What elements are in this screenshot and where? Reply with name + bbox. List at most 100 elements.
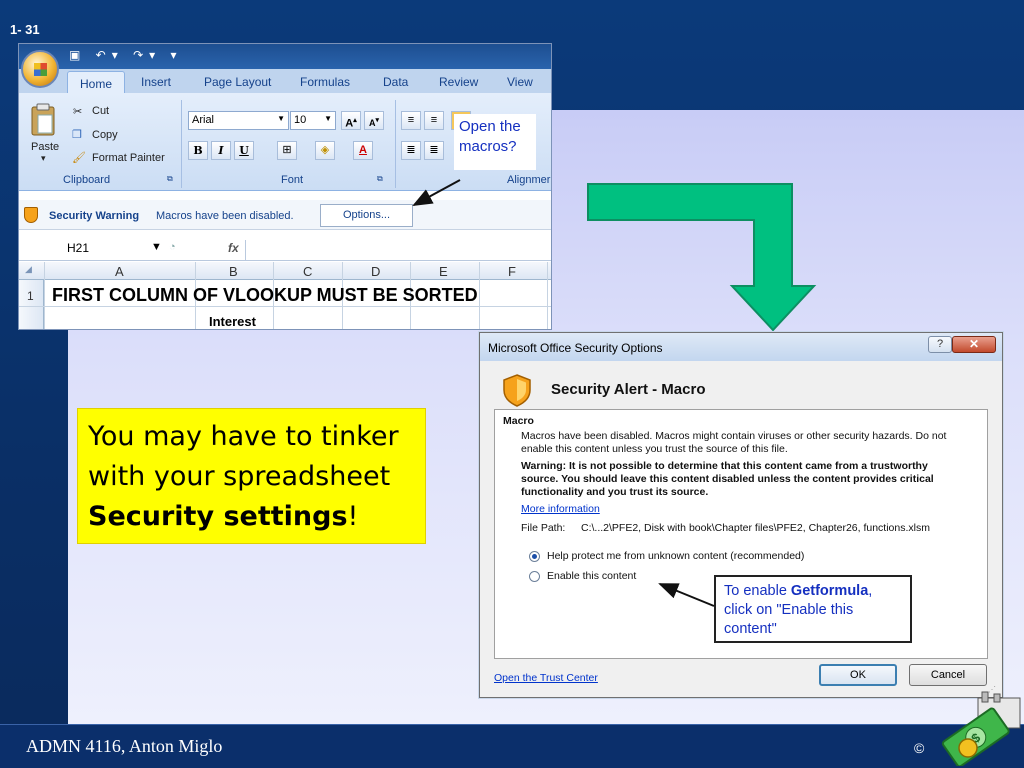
name-box[interactable]: H21 [67,241,89,255]
copy-icon[interactable]: ❐ [72,128,82,141]
tab-review[interactable]: Review [439,75,478,89]
ok-button[interactable]: OK [819,664,897,686]
security-warning-message: Macros have been disabled. [156,210,294,222]
quick-access-icons[interactable]: ▣ ↶▾ ↷▾ ▾ [69,48,183,62]
shrink-font-icon[interactable]: A▾ [364,111,384,130]
column-header-b[interactable]: B [229,264,238,279]
shield-icon [503,374,531,407]
dialog-title: Microsoft Office Security Options [488,341,663,355]
format-painter-icon[interactable]: 🖌 [72,151,86,164]
font-name-select[interactable]: Arial ▼ [188,111,289,130]
align-left-icon[interactable]: ≣ [401,141,421,160]
grid-line [479,262,480,329]
copy-button[interactable]: Copy [92,129,118,141]
column-header-e[interactable]: E [439,264,448,279]
expand-icon[interactable]: ◔ [169,241,176,253]
cancel-button[interactable]: Cancel [909,664,987,686]
file-path-label: File Path: [521,522,566,534]
font-color-icon[interactable]: A [353,141,373,160]
enable-radio[interactable] [529,571,540,582]
getformula-callout: To enable Getformula, click on "Enable t… [714,575,912,643]
function-icon[interactable]: fx [228,241,239,255]
clipboard-group-label: Clipboard [63,174,111,186]
clipboard-launcher-icon[interactable]: ⧉ [167,174,173,184]
help-icon[interactable]: ? [928,336,952,353]
font-group-label: Font [281,174,304,186]
note-suffix: ! [347,501,359,532]
callout-bold: Getformula [790,583,869,599]
borders-icon[interactable]: ⊞ [277,141,297,160]
cut-icon[interactable]: ✂ [73,105,82,118]
underline-icon[interactable]: U [234,141,254,160]
grid-line [44,262,45,329]
security-options-dialog: Microsoft Office Security Options ? ✕ Se… [479,332,1003,698]
grow-font-icon[interactable]: A▴ [341,111,361,130]
font-name-value: Arial [192,114,215,126]
ribbon-separator [395,100,396,188]
tab-insert[interactable]: Insert [141,75,171,89]
options-button[interactable]: Options... [320,204,413,227]
paste-button[interactable]: Paste [31,141,59,153]
tab-view[interactable]: View [507,75,533,89]
excel-screenshot: ▣ ↶▾ ↷▾ ▾ Insert Page Layout Formulas Da… [18,43,552,330]
quick-access-toolbar: ▣ ↶▾ ↷▾ ▾ [19,44,551,69]
column-header-a[interactable]: A [115,264,124,279]
close-icon[interactable]: ✕ [952,336,996,353]
row-headers [19,280,44,329]
office-button[interactable] [21,50,59,88]
cell-b2[interactable]: Interest [209,314,256,329]
grid-line [547,262,548,329]
dialog-title-bar[interactable]: Microsoft Office Security Options ? ✕ [480,333,1002,361]
font-size-value: 10 [294,114,307,126]
file-path-value: C:\...2\PFE2, Disk with book\Chapter fil… [581,522,930,534]
align-middle-icon[interactable]: ≡ [424,111,444,130]
protect-radio[interactable] [529,551,540,562]
chevron-down-icon[interactable]: ▼ [151,241,162,253]
column-header-f[interactable]: F [508,264,516,279]
cut-button[interactable]: Cut [92,105,109,117]
select-all-icon[interactable]: ◢ [25,264,32,275]
format-painter-button[interactable]: Format Painter [92,152,165,164]
fill-color-icon[interactable]: ◈ [315,141,335,160]
align-top-icon[interactable]: ≡ [401,111,421,130]
more-information-link[interactable]: More information [521,503,600,515]
tab-page-layout[interactable]: Page Layout [204,75,271,89]
paste-dropdown-icon[interactable]: ▾ [41,153,46,164]
trust-center-link[interactable]: Open the Trust Center [494,672,598,684]
macro-warning: Warning: It is not possible to determine… [521,460,934,498]
column-header-c[interactable]: C [303,264,312,279]
note-line-1: You may have to tinker [88,421,399,452]
tab-data[interactable]: Data [383,75,408,89]
macro-section-label: Macro [503,415,534,427]
callout-prefix: To enable [724,583,791,599]
enable-option-label[interactable]: Enable this content [547,570,636,583]
open-macros-callout: Open the macros? [454,114,536,170]
tab-home[interactable]: Home [67,71,125,95]
shield-icon [24,207,38,223]
align-center-icon[interactable]: ≣ [424,141,444,160]
bold-icon[interactable]: B [188,141,208,160]
note-line-2: with your spreadsheet [88,461,391,492]
formula-bar [19,239,551,261]
note-line-3: Security settings! [88,497,415,537]
slide-number: 1- 31 [10,22,40,37]
protect-option-label[interactable]: Help protect me from unknown content (re… [547,550,804,563]
font-size-select[interactable]: 10 ▼ [290,111,336,130]
footer-text: ADMN 4116, Anton Miglo [26,736,223,756]
italic-icon[interactable]: I [211,141,231,160]
font-launcher-icon[interactable]: ⧉ [377,174,383,184]
chevron-down-icon: ▼ [324,114,332,123]
note-bold: Security settings [88,501,348,532]
formula-divider [245,240,246,260]
cell-a1[interactable]: FIRST COLUMN OF VLOOKUP MUST BE SORTED [52,285,478,306]
row-header-1[interactable]: 1 [27,289,34,303]
money-logo-icon: $ [941,691,1021,766]
paste-icon[interactable] [30,103,56,137]
chevron-down-icon: ▼ [277,114,285,123]
column-header-d[interactable]: D [371,264,380,279]
security-alert-title: Security Alert - Macro [551,381,706,398]
copyright-text: © [914,740,925,756]
column-headers [19,262,551,280]
grid-line [19,306,551,307]
tab-formulas[interactable]: Formulas [300,75,350,89]
